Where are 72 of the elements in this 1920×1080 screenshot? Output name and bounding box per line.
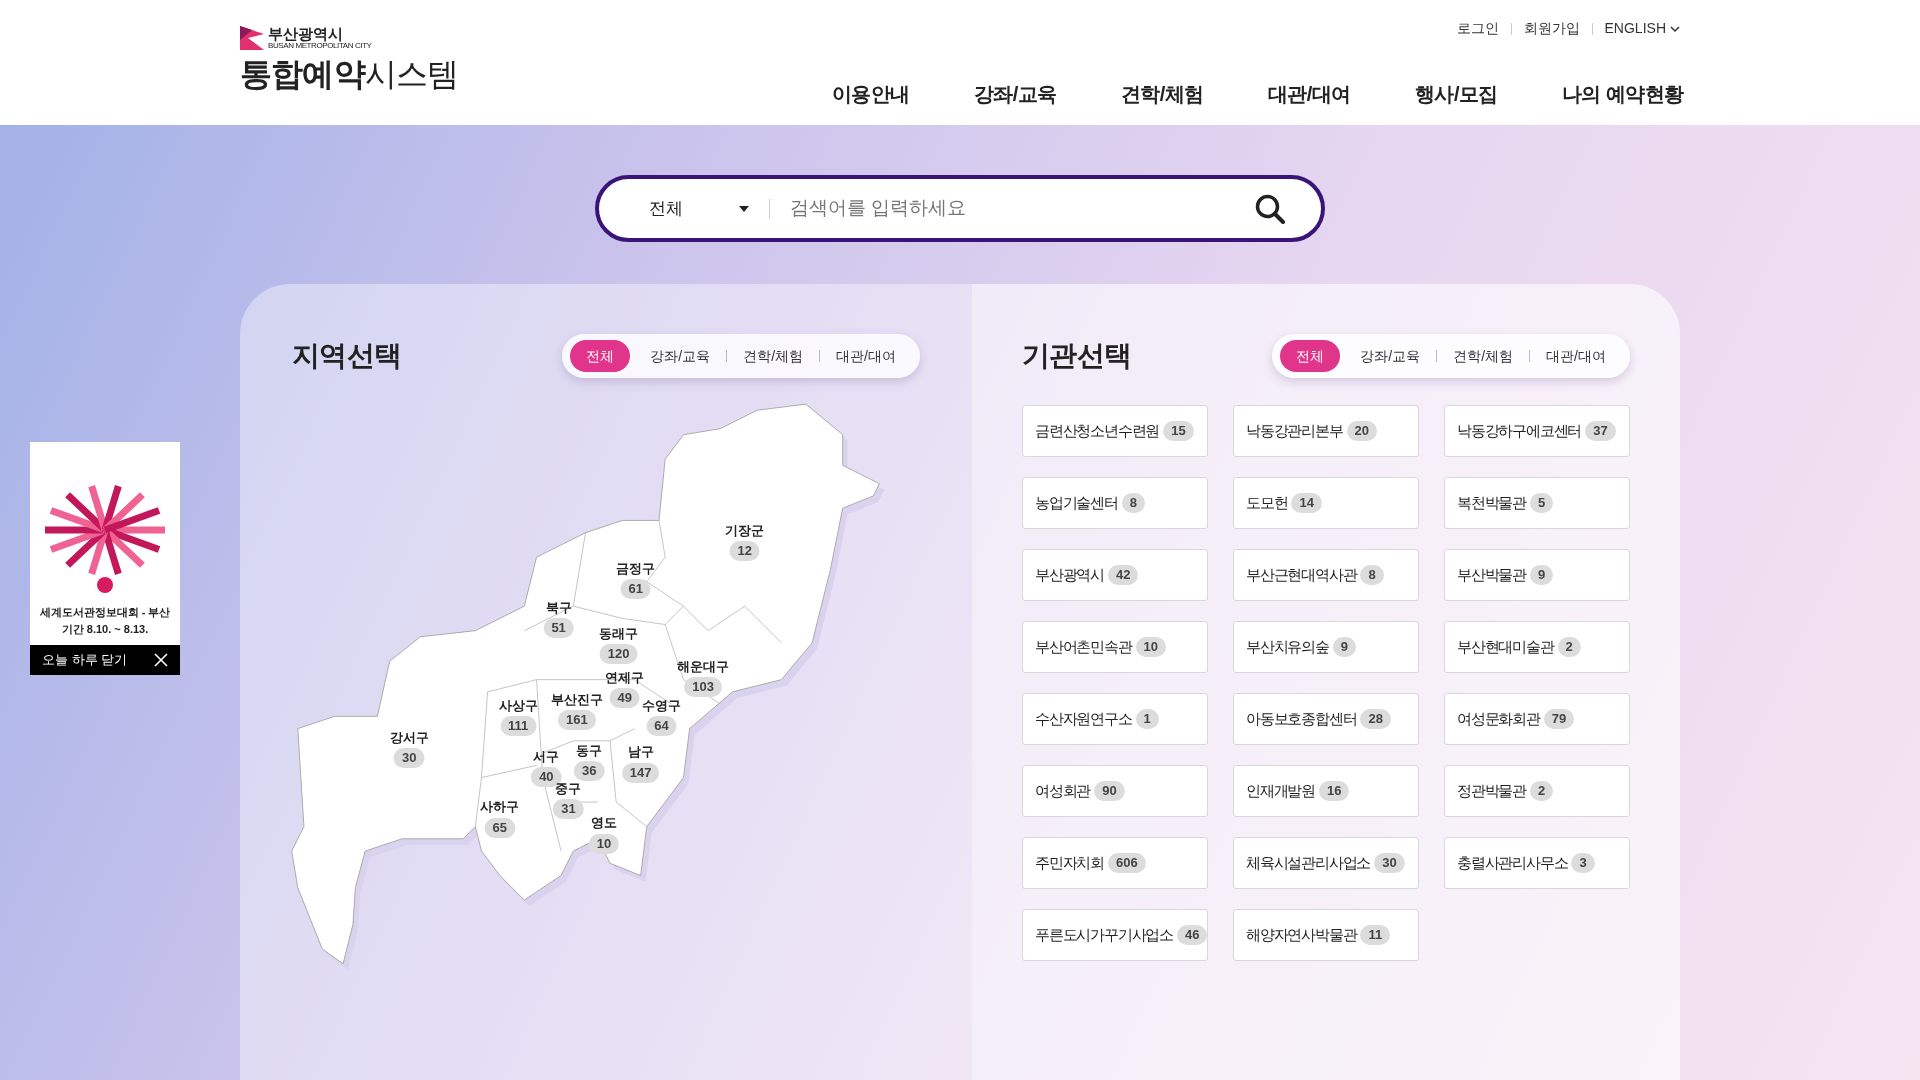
district-name[interactable]: 기장군: [725, 522, 765, 539]
section-title: 기관선택: [1022, 339, 1132, 373]
district-name[interactable]: 사상구: [498, 697, 538, 715]
institution-button[interactable]: 금련산청소년수련원 15: [1022, 405, 1208, 457]
category-tab[interactable]: 대관/대여: [820, 340, 912, 372]
close-icon: [154, 653, 168, 667]
institution-button[interactable]: 인재개발원 16: [1233, 765, 1419, 817]
district-count: 31: [553, 799, 584, 820]
district-name[interactable]: 금정구: [616, 560, 656, 577]
category-dropdown[interactable]: 전체: [649, 195, 749, 222]
city-name-english: BUSAN METROPOLITAN CITY: [268, 42, 372, 50]
category-tab[interactable]: 대관/대여: [1530, 340, 1622, 372]
nav-menu-item[interactable]: 나의 예약현황: [1561, 79, 1684, 109]
institution-button[interactable]: 푸른도시가꾸기사업소 46: [1022, 909, 1208, 961]
utility-link[interactable]: ENGLISH: [1604, 18, 1680, 39]
institution-button[interactable]: 여성회관 90: [1022, 765, 1208, 817]
category-tab[interactable]: 전체: [570, 340, 631, 372]
institution-button[interactable]: 아동보호종합센터 28: [1233, 693, 1419, 745]
district-name[interactable]: 영도: [590, 815, 617, 832]
district-name[interactable]: 연제구: [605, 669, 645, 686]
search-icon[interactable]: [1255, 193, 1285, 224]
institution-button[interactable]: 주민자치회 606: [1022, 837, 1208, 889]
institution-button[interactable]: 체육시설관리사업소 30: [1233, 837, 1419, 889]
utility-link[interactable]: 회원가입: [1523, 18, 1580, 39]
popup-period: 기간 8.10. ~ 8.13.: [61, 621, 149, 637]
institution-button[interactable]: 부산광역시 42: [1022, 549, 1208, 601]
category-tab[interactable]: 견학/체험: [1437, 340, 1530, 372]
institution-button[interactable]: 부산어촌민속관 10: [1022, 621, 1208, 673]
district-name[interactable]: 북구: [545, 599, 572, 617]
institution-button[interactable]: 낙동강하구에코센터 37: [1444, 405, 1630, 457]
district-name[interactable]: 해운대구: [677, 658, 730, 675]
district-name[interactable]: 남구: [627, 744, 654, 761]
popup-caption: 세계도서관정보대회 - 부산: [39, 605, 171, 620]
city-name: 부산광역시: [268, 26, 343, 41]
category-tab[interactable]: 견학/체험: [727, 340, 820, 372]
nav-menu-item[interactable]: 대관/대여: [1267, 79, 1351, 109]
category-tab[interactable]: 강좌/교육: [634, 340, 727, 372]
caret-down-icon: [739, 205, 749, 212]
category-tab[interactable]: 전체: [1280, 340, 1341, 372]
city-logo-icon: [240, 26, 264, 50]
category-tab[interactable]: 강좌/교육: [1344, 340, 1437, 372]
district-name[interactable]: 수영구: [641, 697, 681, 715]
district-name[interactable]: 부산진구: [550, 691, 603, 708]
institution-button[interactable]: 수산자원연구소 1: [1022, 693, 1208, 745]
institution-button[interactable]: 부산현대미술관 2: [1444, 621, 1630, 673]
chevron-down-icon: [1670, 23, 1680, 34]
institution-button[interactable]: 부산박물관 9: [1444, 549, 1630, 601]
district-name[interactable]: 서구: [533, 749, 560, 766]
institution-button[interactable]: 도모헌 14: [1233, 477, 1419, 529]
institution-button[interactable]: 부산치유의숲 9: [1233, 621, 1419, 673]
institution-button[interactable]: 낙동강관리본부 20: [1233, 405, 1419, 457]
close-today-button[interactable]: 오늘 하루 닫기: [30, 645, 180, 675]
institution-button[interactable]: 충렬사관리사무소 3: [1444, 837, 1630, 889]
nav-menu-item[interactable]: 이용안내: [831, 79, 910, 109]
search-field[interactable]: 전체 검색어를 입력하세요: [595, 175, 1325, 242]
district-name[interactable]: 사하구: [480, 799, 520, 816]
institution-button[interactable]: 여성문화회관 79: [1444, 693, 1630, 745]
district-name[interactable]: 강서구: [389, 729, 429, 746]
nav-menu-item[interactable]: 행사/모집: [1414, 79, 1498, 109]
institution-button[interactable]: 정관박물관 2: [1444, 765, 1630, 817]
district-name[interactable]: 동래구: [599, 625, 639, 642]
nav-menu-item[interactable]: 견학/체험: [1120, 79, 1204, 109]
institution-button[interactable]: 농업기술센터 8: [1022, 477, 1208, 529]
institution-button[interactable]: 복천박물관 5: [1444, 477, 1630, 529]
institution-button[interactable]: 부산근현대역사관 8: [1233, 549, 1419, 601]
district-name[interactable]: 동구: [576, 743, 603, 760]
utility-link[interactable]: 로그인: [1456, 18, 1499, 39]
section-title: 지역선택: [292, 339, 402, 373]
district-count: 111: [500, 716, 537, 737]
nav-menu-item[interactable]: 강좌/교육: [973, 79, 1057, 109]
system-title: 통합예약시스템: [240, 55, 459, 94]
institution-button[interactable]: 해양자연사박물관 11: [1233, 909, 1419, 961]
